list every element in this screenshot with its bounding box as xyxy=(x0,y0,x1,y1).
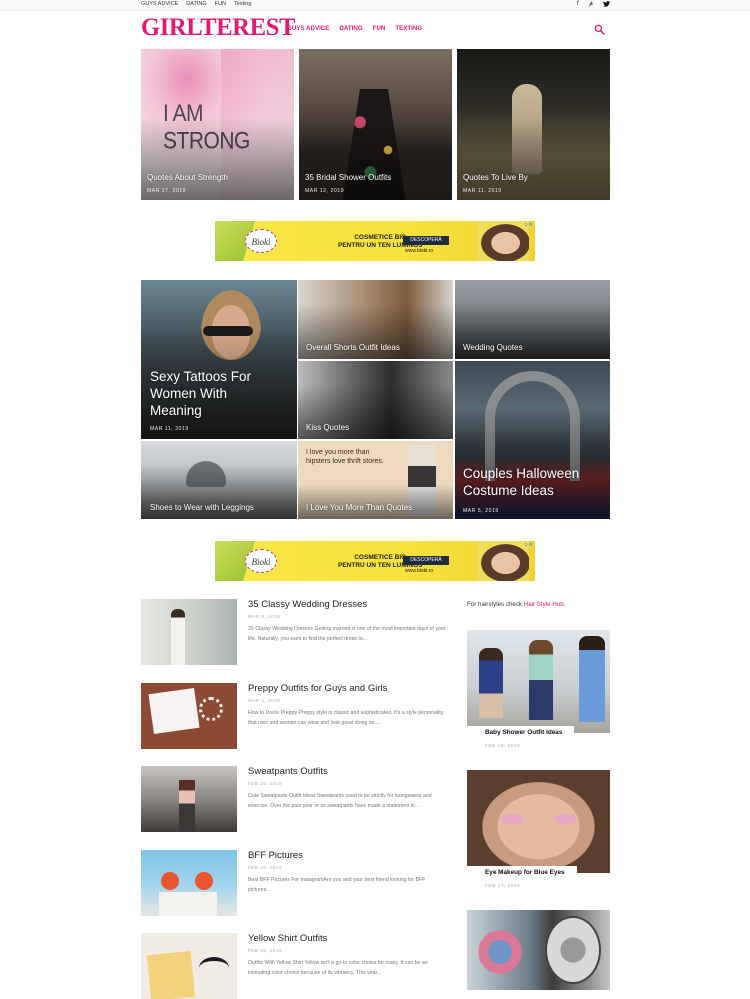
post-thumbnail[interactable] xyxy=(141,766,237,832)
post-excerpt: Best BFF Pictures For InstagramAre you a… xyxy=(248,877,426,893)
post-date: MAR 11, 2019 xyxy=(150,426,189,432)
feature-title[interactable]: Sexy Tattoos For Women With Meaning xyxy=(150,368,270,419)
sidebar-card-tattoo[interactable] xyxy=(467,910,610,990)
post-title[interactable]: Kiss Quotes xyxy=(306,423,349,432)
post-title[interactable]: 35 Classy Wedding Dresses xyxy=(248,599,367,610)
list-item: 35 Classy Wedding Dresses MAR 5, 2019 35… xyxy=(141,599,451,665)
card-date: FEB 19, 2019 xyxy=(485,744,521,749)
top-link-texting[interactable]: Texting xyxy=(234,1,251,7)
site-logo[interactable]: GIRLTEREST xyxy=(141,14,295,42)
top-bar: GUYS ADVICE DATING FUN Texting f 𝓅 xyxy=(0,0,750,11)
post-title[interactable]: I Love You More Than Quotes xyxy=(306,503,412,512)
top-post-bridal-shower[interactable]: 35 Bridal Shower Outfits MAR 12, 2019 xyxy=(299,49,452,200)
ad-model-image xyxy=(477,221,529,261)
card-title[interactable]: Eye Makeup for Blue Eyes xyxy=(467,866,577,879)
post-title[interactable]: 35 Bridal Shower Outfits xyxy=(305,173,391,182)
nav-fun[interactable]: FUN xyxy=(373,25,386,32)
nav-guys-advice[interactable]: GUYS ADVICE xyxy=(287,25,329,32)
image-quote-text: I love you more than hipsters love thrif… xyxy=(306,449,384,465)
post-title[interactable]: Preppy Outfits for Guys and Girls xyxy=(248,683,387,694)
main-nav: GUYS ADVICE DATING FUN TEXTING xyxy=(287,25,422,32)
post-date: MAR 5, 2019 xyxy=(248,614,281,619)
top-link-dating[interactable]: DATING xyxy=(186,1,206,7)
sidebar-card[interactable]: Baby Shower Outfit Ideas xyxy=(467,630,610,740)
grid-post-couples-halloween[interactable]: Couples Halloween Costume Ideas MAR 5, 2… xyxy=(455,361,610,519)
post-thumbnail[interactable] xyxy=(141,599,237,665)
post-date: MAR 2, 2019 xyxy=(248,698,281,703)
ad-cta-button[interactable]: DESCOPERĂ xyxy=(403,236,449,245)
post-thumbnail[interactable] xyxy=(141,683,237,749)
ad-banner[interactable]: Bioki COSMETICE BIO PENTRU UN TEN LUMINOS… xyxy=(215,541,535,581)
grid-post-shoes-leggings[interactable]: Shoes to Wear with Leggings xyxy=(141,441,297,519)
post-thumbnail[interactable] xyxy=(141,850,237,916)
ad-brand-logo: Bioki xyxy=(245,549,277,573)
nav-dating[interactable]: DATING xyxy=(339,25,362,32)
ad-cta-button[interactable]: DESCOPERĂ xyxy=(403,556,449,565)
post-title[interactable]: Wedding Quotes xyxy=(463,343,522,352)
grid-post-love-more[interactable]: I love you more than hipsters love thrif… xyxy=(298,441,453,519)
card-title[interactable]: Baby Shower Outfit Ideas xyxy=(467,726,575,739)
ad-choices-icon[interactable]: ▷✕ xyxy=(525,542,533,548)
post-title[interactable]: Quotes To Live By xyxy=(463,173,528,182)
grid-post-overall-shorts[interactable]: Overall Shorts Outfit Ideas xyxy=(298,280,453,359)
post-excerpt: Cute Sweatpants Outfit Ideas Sweatpants … xyxy=(248,793,432,809)
post-excerpt: How to Dress Preppy Preppy style is clas… xyxy=(248,710,444,726)
feature-title[interactable]: Couples Halloween Costume Ideas xyxy=(463,465,593,499)
post-thumbnail[interactable] xyxy=(141,933,237,999)
list-item: Yellow Shirt Outfits FEB 25, 2019 Outfit… xyxy=(141,933,451,999)
ad-banner[interactable]: Bioki COSMETICE BIO PENTRU UN TEN LUMINOS… xyxy=(215,221,535,261)
sidebar-card[interactable]: Eye Makeup for Blue Eyes xyxy=(467,770,610,880)
post-date: FEB 25, 2019 xyxy=(248,948,283,953)
ad-url: www.bioki.ro xyxy=(405,248,434,254)
top-post-quotes-live[interactable]: Quotes To Live By MAR 11, 2019 xyxy=(457,49,610,200)
post-date: MAR 27, 2019 xyxy=(147,188,187,194)
post-date: MAR 12, 2019 xyxy=(305,188,345,194)
post-date: MAR 11, 2019 xyxy=(463,188,502,194)
twitter-icon[interactable] xyxy=(603,1,610,9)
post-title[interactable]: Sweatpants Outfits xyxy=(248,766,328,777)
sidebar-hint: For hairstyles check Hair Style Hub. xyxy=(467,601,566,608)
list-item: Sweatpants Outfits FEB 28, 2019 Cute Swe… xyxy=(141,766,451,832)
ad-url: www.bioki.ro xyxy=(405,568,434,574)
grid-post-wedding-quotes[interactable]: Wedding Quotes xyxy=(455,280,610,359)
top-post-quotes-strength[interactable]: I AM STRONG Quotes About Strength MAR 27… xyxy=(141,49,294,200)
top-nav: GUYS ADVICE DATING FUN Texting xyxy=(141,1,251,7)
post-title[interactable]: BFF Pictures xyxy=(248,850,303,861)
list-item: Preppy Outfits for Guys and Girls MAR 2,… xyxy=(141,683,451,749)
ad-choices-icon[interactable]: ▷✕ xyxy=(525,222,533,228)
post-title[interactable]: Quotes About Strength xyxy=(147,173,228,182)
top-link-fun[interactable]: FUN xyxy=(215,1,226,7)
card-image xyxy=(467,630,610,733)
grid-post-kiss-quotes[interactable]: Kiss Quotes xyxy=(298,361,453,439)
hair-style-hub-link[interactable]: Hair Style Hub xyxy=(524,601,564,608)
card-image xyxy=(467,770,610,873)
search-icon[interactable] xyxy=(594,22,606,35)
pinterest-icon[interactable]: 𝓅 xyxy=(589,1,593,9)
post-title[interactable]: Yellow Shirt Outfits xyxy=(248,933,327,944)
post-excerpt: Outfits With Yellow Shirt Yellow isn't a… xyxy=(248,960,428,976)
nav-texting[interactable]: TEXTING xyxy=(395,25,422,32)
grid-post-sexy-tattoos[interactable]: Sexy Tattoos For Women With Meaning MAR … xyxy=(141,280,297,439)
card-date: FEB 17, 2019 xyxy=(485,884,521,889)
facebook-icon[interactable]: f xyxy=(577,1,579,9)
ad-brand-logo: Bioki xyxy=(245,229,277,253)
social-links: f 𝓅 xyxy=(577,1,610,9)
post-title[interactable]: Shoes to Wear with Leggings xyxy=(150,503,254,512)
post-date: FEB 28, 2019 xyxy=(248,781,283,786)
top-link-guys-advice[interactable]: GUYS ADVICE xyxy=(141,1,178,7)
ad-model-image xyxy=(477,541,529,581)
list-item: BFF Pictures FEB 26, 2019 Best BFF Pictu… xyxy=(141,850,451,916)
post-title[interactable]: Overall Shorts Outfit Ideas xyxy=(306,343,400,352)
post-date: MAR 5, 2019 xyxy=(463,508,499,514)
post-excerpt: 35 Classy Wedding Dresses Getting marrie… xyxy=(248,626,446,642)
post-date: FEB 26, 2019 xyxy=(248,865,283,870)
